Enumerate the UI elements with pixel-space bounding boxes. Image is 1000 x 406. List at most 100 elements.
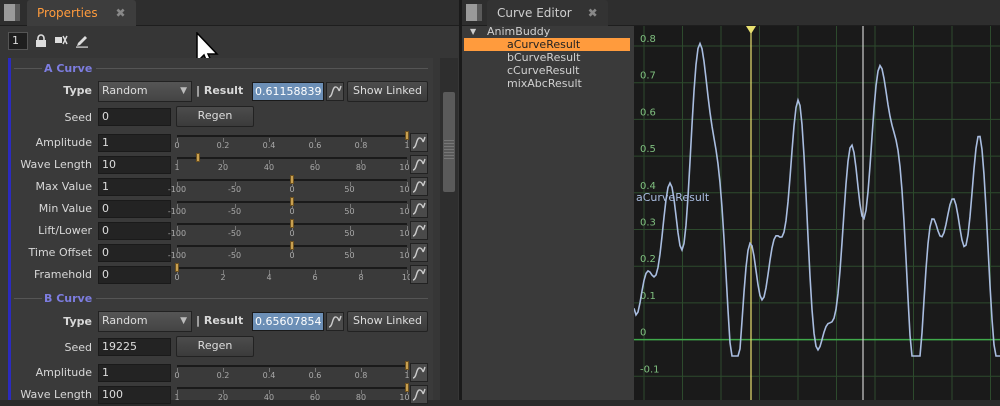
- slider-handle[interactable]: [195, 153, 200, 162]
- section-title-b-curve[interactable]: B Curve: [44, 292, 92, 305]
- type-dropdown[interactable]: Random ▼: [98, 311, 192, 332]
- tab-properties[interactable]: Properties ✖: [27, 0, 136, 26]
- tree-root-animbuddy[interactable]: AnimBuddy: [487, 25, 550, 38]
- param-slider[interactable]: -100 -50 0 50 100: [168, 174, 415, 198]
- seed-field[interactable]: 19225: [98, 338, 171, 356]
- slider-tick-label: 50: [344, 207, 355, 216]
- param-field[interactable]: 0: [98, 244, 171, 262]
- curve-icon[interactable]: [410, 199, 428, 218]
- param-label: Max Value: [35, 180, 92, 193]
- show-linked-button[interactable]: Show Linked: [347, 311, 428, 332]
- result-field[interactable]: 0.61158839: [252, 82, 324, 101]
- y-tick-label: 0.5: [640, 144, 656, 155]
- param-field[interactable]: 1: [98, 178, 171, 196]
- curve-graph[interactable]: 0.8 0.7 0.6 0.5 0.4 0.3 0.2 0.1 0 -0.1 aCurveResul…: [634, 26, 1000, 400]
- slider-handle[interactable]: [405, 131, 409, 140]
- pencil-icon[interactable]: [75, 34, 89, 48]
- slider-handle[interactable]: [290, 241, 294, 250]
- tab-curve-editor[interactable]: Curve Editor ✖: [487, 0, 608, 26]
- param-field[interactable]: 0: [98, 222, 171, 240]
- type-label: Type: [63, 84, 92, 97]
- param-slider[interactable]: -100 -50 0 50 100: [168, 240, 415, 264]
- section-title-a-curve[interactable]: A Curve: [44, 62, 92, 75]
- expand-arrow-icon[interactable]: ▼: [470, 27, 476, 36]
- slider-track: [177, 135, 407, 137]
- y-tick-label: 0: [640, 328, 646, 339]
- slider-handle[interactable]: [175, 263, 179, 272]
- curve-icon[interactable]: [326, 312, 344, 331]
- slider-tick-label: 80: [355, 393, 367, 402]
- param-label: Framehold: [33, 268, 92, 281]
- slider-tick-label: 0: [174, 273, 180, 282]
- close-icon[interactable]: ✖: [115, 6, 125, 20]
- param-field[interactable]: 100: [98, 386, 171, 404]
- slider-tick-label: 0.2: [216, 371, 230, 380]
- close-icon[interactable]: ✖: [588, 6, 598, 20]
- curve-icon[interactable]: [410, 155, 428, 174]
- param-field[interactable]: 0: [98, 200, 171, 218]
- seed-field[interactable]: 0: [98, 108, 171, 126]
- slider-track: [177, 387, 407, 389]
- slider-tick-label: -50: [227, 207, 242, 216]
- tab-curve-editor-label: Curve Editor: [497, 6, 572, 20]
- y-tick-label: 0.3: [640, 218, 656, 229]
- slider-tick-label: 8: [358, 273, 364, 282]
- tree-item-bCurveResult[interactable]: bCurveResult: [507, 51, 580, 64]
- slider-handle[interactable]: [290, 197, 294, 206]
- curve-icon[interactable]: [410, 363, 428, 382]
- regen-button[interactable]: Regen: [176, 336, 254, 357]
- tree-item-aCurveResult[interactable]: aCurveResult: [507, 38, 580, 51]
- slider-tick-label: 0: [289, 251, 295, 260]
- param-slider[interactable]: 1 20 40 60 80 100: [174, 382, 415, 406]
- param-slider[interactable]: -100 -50 0 50 100: [168, 196, 415, 220]
- tree-item-cCurveResult[interactable]: cCurveResult: [507, 64, 580, 77]
- slider-tick-label: 0.6: [308, 141, 322, 150]
- result-field[interactable]: 0.65607854: [252, 312, 324, 331]
- param-field[interactable]: 1: [98, 364, 171, 382]
- param-field[interactable]: 10: [98, 156, 171, 174]
- lock-icon[interactable]: [34, 34, 48, 48]
- slider-tick-label: -100: [167, 207, 187, 216]
- curve-icon[interactable]: [410, 221, 428, 240]
- slider-handle[interactable]: [405, 383, 409, 392]
- slider-track: [177, 365, 407, 367]
- param-slider[interactable]: 0 0.2 0.4 0.6 0.8 1: [174, 130, 410, 154]
- curve-icon[interactable]: [410, 133, 428, 152]
- slider-handle[interactable]: [405, 361, 409, 370]
- regen-button[interactable]: Regen: [176, 106, 254, 127]
- slider-tick-label: 40: [263, 163, 275, 172]
- curve-icon[interactable]: [326, 82, 344, 101]
- param-slider[interactable]: -100 -50 0 50 100: [168, 218, 415, 242]
- tree-item-mixAbcResult[interactable]: mixAbcResult: [507, 77, 582, 90]
- node-icon[interactable]: [54, 34, 68, 48]
- slider-handle[interactable]: [290, 219, 294, 228]
- slider-tick-label: 0: [289, 229, 295, 238]
- slider-tick-label: 60: [309, 163, 321, 172]
- curve-icon[interactable]: [410, 177, 428, 196]
- slider-tick-label: 0: [289, 207, 295, 216]
- slider-tick-label: 50: [344, 251, 355, 260]
- tab-properties-label: Properties: [37, 6, 98, 20]
- param-slider[interactable]: 1 20 40 60 80 100: [174, 152, 415, 176]
- curve-icon[interactable]: [410, 243, 428, 262]
- param-slider[interactable]: 0 2 4 6 8 10: [174, 262, 412, 286]
- slider-tick-label: 60: [309, 393, 321, 402]
- param-slider[interactable]: 0 0.2 0.4 0.6 0.8 1: [174, 360, 410, 384]
- show-linked-button[interactable]: Show Linked: [347, 81, 428, 102]
- param-field[interactable]: 0: [98, 266, 171, 284]
- slider-tick-label: 0.4: [262, 141, 276, 150]
- type-dropdown[interactable]: Random ▼: [98, 81, 192, 102]
- current-frame-marker-icon[interactable]: [746, 26, 756, 34]
- panel-handle-icon[interactable]: [4, 4, 20, 21]
- slider-tick-label: 0.8: [354, 371, 368, 380]
- chevron-down-icon: ▼: [180, 86, 187, 96]
- seed-label: Seed: [64, 111, 93, 124]
- slider-tick-label: 1: [404, 371, 410, 380]
- slider-handle[interactable]: [290, 175, 294, 184]
- curve-icon[interactable]: [410, 265, 428, 284]
- param-field[interactable]: 1: [98, 134, 171, 152]
- result-label: | Result: [196, 314, 244, 327]
- curve-icon[interactable]: [410, 385, 428, 404]
- node-count-field[interactable]: 1: [8, 32, 28, 50]
- panel-handle-icon[interactable]: [466, 4, 482, 21]
